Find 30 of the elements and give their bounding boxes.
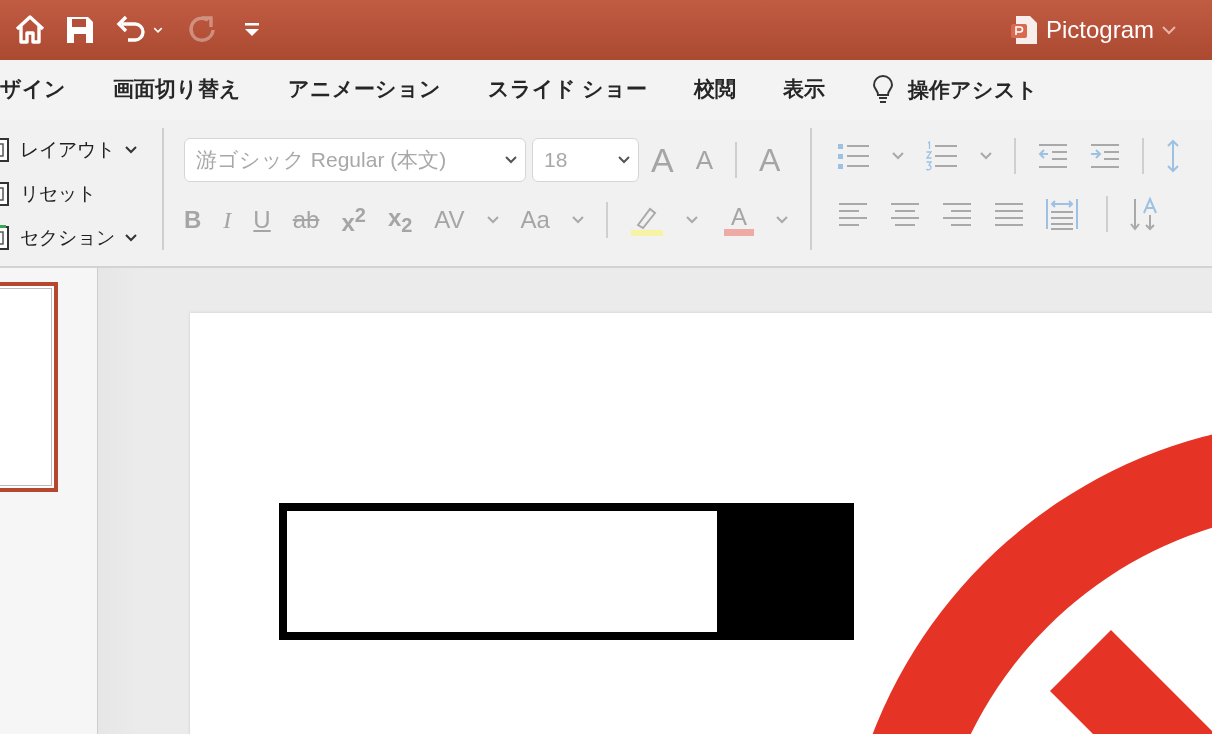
increase-indent-icon[interactable] bbox=[1089, 141, 1120, 171]
numbered-list-icon[interactable] bbox=[925, 141, 958, 171]
ribbon-button[interactable]: レイアウト bbox=[20, 137, 115, 163]
bulleted-list-icon[interactable] bbox=[837, 141, 870, 171]
decrease-indent-icon[interactable] bbox=[1037, 141, 1068, 171]
align-right-icon[interactable] bbox=[941, 200, 972, 228]
ribbon-tab[interactable]: スライド ショー bbox=[488, 68, 647, 112]
ribbon-button[interactable]: リセット bbox=[20, 181, 96, 207]
align-center-icon[interactable] bbox=[889, 200, 920, 228]
lightbulb-icon[interactable] bbox=[871, 75, 894, 105]
caret-icon[interactable] bbox=[618, 156, 630, 164]
text-direction-icon[interactable] bbox=[1129, 197, 1158, 231]
align-left-icon[interactable] bbox=[837, 200, 868, 228]
ribbon-button[interactable]: セクション bbox=[20, 225, 115, 251]
ribbon-tab[interactable]: 表示 bbox=[782, 68, 825, 112]
ribbon-tab[interactable]: 画面切り替え bbox=[113, 68, 241, 112]
caret-icon[interactable] bbox=[125, 146, 137, 154]
color-bar-icon bbox=[723, 228, 754, 236]
ribbon-tab[interactable]: アニメーション bbox=[288, 68, 441, 112]
caret-icon[interactable] bbox=[125, 234, 137, 242]
slide-thumbnail[interactable] bbox=[0, 282, 58, 492]
document-title[interactable]: Pictogram bbox=[1045, 16, 1154, 44]
presentation-file-icon bbox=[1009, 15, 1038, 45]
justify-icon[interactable] bbox=[993, 200, 1024, 228]
ribbon-tab[interactable]: 校閲 bbox=[693, 68, 736, 112]
home-icon[interactable] bbox=[14, 14, 46, 46]
ribbon-tab[interactable]: ザイン bbox=[0, 68, 66, 112]
line-spacing-icon[interactable] bbox=[1165, 139, 1180, 173]
save-icon[interactable] bbox=[64, 14, 96, 46]
tell-me-search[interactable]: 操作アシスト bbox=[907, 76, 1038, 104]
